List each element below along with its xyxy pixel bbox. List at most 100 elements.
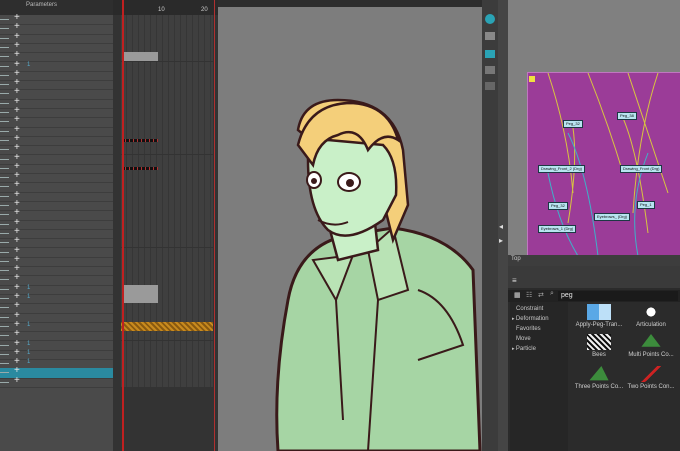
folder-icon[interactable]: ⇄ [538,291,544,299]
frame-row[interactable] [121,135,213,146]
frame-row[interactable] [121,219,213,229]
frame-row[interactable] [121,266,213,276]
frame-row[interactable] [121,368,213,378]
library-search-input[interactable]: peg [558,291,678,301]
frame-row[interactable] [121,15,213,25]
timeline-layer-panel: Parameters + + + + + +1 + + + + + + + + + + + + + + + + + + + + + +… [0,0,113,451]
frame-row[interactable] [121,80,213,90]
frame-row[interactable] [121,182,213,192]
collapse-right-arrow-icon[interactable]: ▸ [499,236,503,245]
frame-row[interactable] [121,33,213,43]
search-value: peg [561,292,573,299]
template-articulation[interactable]: Articulation [624,304,678,328]
frame-row[interactable] [121,24,213,34]
node-peg-1[interactable]: Peg_1 [637,201,655,209]
frame-row[interactable] [121,312,213,322]
two-points-icon [639,366,663,382]
frame-row[interactable] [121,117,213,127]
frame-row[interactable] [121,247,213,257]
viewport-toolbar[interactable] [218,0,482,7]
category-favorites[interactable]: Favorites [516,326,541,332]
list-icon[interactable]: ☷ [526,291,532,299]
category-move[interactable]: Move [516,336,531,342]
layer-indent-line [0,158,9,160]
layer-view-icon[interactable] [485,32,495,40]
node-eyebrows[interactable]: Eyebrows_ (Drg) [594,213,631,221]
frame-row[interactable] [121,340,213,350]
library-title-bar: Top [508,255,680,266]
stack-icon[interactable] [485,66,495,74]
frame-row[interactable] [121,191,213,201]
view-mode-icon[interactable]: ▦ [514,291,521,299]
frame-row[interactable] [121,108,213,118]
frame-row[interactable] [121,173,213,183]
frame-row[interactable] [121,163,213,174]
frame-row[interactable] [121,126,213,136]
parameters-label: Parameters [26,2,58,8]
template-two-points-constraint[interactable]: Two Points Con... [624,366,678,390]
frame-row[interactable] [121,294,213,304]
keyframe-block[interactable] [122,284,158,294]
frame-row[interactable] [121,210,213,220]
category-particle[interactable]: Particle [512,346,536,352]
frame-row[interactable] [121,303,213,313]
frame-row[interactable] [121,256,213,267]
category-constraint[interactable]: Constraint [516,306,543,312]
expand-plus-icon[interactable]: + [14,375,20,386]
timeline-frames[interactable]: 10 20 [113,0,218,451]
frame-row[interactable] [121,238,213,248]
playhead[interactable] [122,0,124,451]
node-drawing-front-2[interactable]: Drawing_Front_2 (Drg) [538,165,585,173]
node-peg-38[interactable]: Peg_38 [617,112,637,120]
template-apply-peg-transform[interactable]: Apply-Peg-Tran... [572,304,626,328]
node-eyebrows-1[interactable]: Eyebrows_1 (Drg) [538,225,577,233]
template-three-points-constraint[interactable]: Three Points Co... [572,366,626,390]
template-label: Apply-Peg-Tran... [575,322,623,328]
frame-row[interactable] [121,52,213,62]
collapse-left-arrow-icon[interactable]: ◂ [499,222,503,231]
menu-icon[interactable]: ≡ [512,276,517,285]
node-peg-32-top[interactable]: Peg_32 [563,120,583,128]
frame-row[interactable] [121,275,213,285]
frame-row[interactable] [121,201,213,211]
layer-indent-line [0,112,9,113]
camera-view-icon[interactable] [485,14,495,24]
ruler-mark-10: 10 [158,7,165,13]
template-label: Multi Points Co... [628,352,674,358]
template-multi-points-constraint[interactable]: Multi Points Co... [624,334,678,358]
frame-row[interactable] [121,70,213,81]
layer-indent-line [0,167,9,169]
frame-row[interactable] [121,42,213,53]
node-peg-32[interactable]: Peg_32 [548,202,568,210]
scene-end-marker [214,0,215,451]
apply-peg-icon [587,304,611,320]
frame-row[interactable] [121,89,213,99]
keyframe-block[interactable] [122,52,158,62]
frame-row[interactable] [121,331,213,341]
keyframe-dots[interactable] [122,166,158,170]
frame-row[interactable] [121,98,213,108]
keyframe-block[interactable] [122,294,158,303]
frame-ruler[interactable]: 10 20 [113,0,218,15]
layer-row[interactable]: + [0,375,113,388]
node-view-icon[interactable] [485,50,495,58]
frame-row[interactable] [121,349,213,360]
frame-row[interactable] [121,154,213,164]
category-deformation[interactable]: Deformation [512,316,549,322]
character-drawing [275,98,482,451]
frame-row[interactable] [121,61,213,71]
frame-row[interactable] [121,377,213,387]
panel-divider[interactable]: ◂ ▸ [498,0,508,451]
layer-indent-line [0,353,9,355]
cube-icon[interactable] [485,82,495,90]
frame-row[interactable] [121,359,213,369]
camera-viewport[interactable] [218,0,482,451]
node-drawing-front[interactable]: Drawing_Front (Drg) [620,165,663,173]
frame-row[interactable] [121,284,213,294]
template-bees[interactable]: Bees [572,334,626,358]
frame-row[interactable] [121,145,213,155]
frame-row[interactable] [121,228,213,239]
frame-row[interactable] [121,321,213,332]
layer-indent-line [0,270,9,272]
keyframe-dots[interactable] [122,138,158,142]
